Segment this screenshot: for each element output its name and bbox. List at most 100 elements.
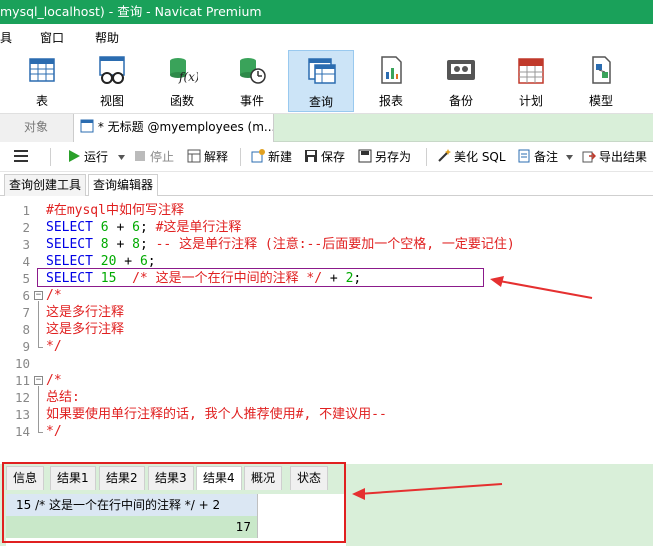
- backup-icon: [447, 60, 475, 80]
- code-text: SELECT 6 + 6; #这是单行注释: [46, 219, 241, 236]
- line-number: 3: [22, 237, 30, 252]
- menu-item-help[interactable]: 帮助: [95, 29, 119, 46]
- save-button[interactable]: 保存: [304, 142, 345, 172]
- run-dropdown-button[interactable]: [118, 142, 125, 172]
- sql-editor[interactable]: 1 #在mysql中如何写注释 2 SELECT 6 + 6; #这是单行注释 3 SEL…: [0, 196, 653, 464]
- ribbon-table-button[interactable]: 表: [9, 50, 75, 112]
- save-as-icon: [358, 149, 372, 163]
- comment-label: 备注: [534, 150, 559, 164]
- ribbon-function-button[interactable]: f(x) 函数: [149, 50, 215, 112]
- line-highlight-annotation: [37, 268, 484, 287]
- code-text: /*: [46, 372, 62, 389]
- code-text: 这是多行注释: [46, 321, 124, 338]
- code-text: 如果要使用单行注释的话, 我个人推荐使用#, 不建议用--: [46, 406, 387, 423]
- fold-guide-line: [38, 301, 39, 347]
- save-label: 保存: [321, 150, 346, 164]
- magic-wand-icon: [438, 149, 451, 162]
- code-token: SELECT: [46, 254, 93, 269]
- export-results-button[interactable]: 导出结果: [582, 142, 647, 172]
- code-text: */: [46, 338, 62, 355]
- tab-objects-label: 对象: [24, 120, 49, 134]
- explain-button[interactable]: 解释: [187, 142, 228, 172]
- editor-mode-tabs: 查询创建工具 查询编辑器: [0, 172, 653, 197]
- new-query-button[interactable]: 新建: [251, 142, 292, 172]
- line-number: 12: [14, 390, 30, 405]
- menu-item-window[interactable]: 窗口: [40, 29, 64, 46]
- ribbon-backup-button[interactable]: 备份: [428, 50, 494, 112]
- window-titlebar: mysql_localhost) - 查询 - Navicat Premium: [0, 0, 653, 24]
- code-token: SELECT: [46, 237, 93, 252]
- ribbon-view-label: 视图: [99, 94, 124, 108]
- ribbon-event-label: 事件: [239, 94, 264, 108]
- stop-button[interactable]: 停止: [133, 142, 174, 172]
- window-title: mysql_localhost) - 查询 - Navicat Premium: [0, 4, 262, 19]
- tab-objects[interactable]: 对象: [0, 114, 74, 142]
- fold-toggle-icon[interactable]: −: [34, 291, 43, 300]
- comment-dropdown-button[interactable]: [566, 142, 573, 172]
- code-token: ;: [147, 254, 156, 269]
- line-number: 7: [22, 305, 30, 320]
- line-number: 2: [22, 220, 30, 235]
- ribbon-view-button[interactable]: 视图: [79, 50, 145, 112]
- tab-query-untitled[interactable]: * 无标题 @myemployees (m...: [74, 114, 274, 142]
- event-icon: [240, 58, 266, 84]
- schedule-icon: [518, 58, 544, 84]
- code-token: 6: [139, 254, 148, 269]
- menu-item-tools[interactable]: 具: [0, 29, 12, 46]
- code-token: 8: [132, 237, 140, 252]
- ribbon-query-label: 查询: [308, 95, 333, 109]
- new-label: 新建: [268, 150, 293, 164]
- tab-query-builder[interactable]: 查询创建工具: [4, 174, 87, 196]
- menu-bar: 具 窗口 帮助: [0, 24, 653, 48]
- code-token: 总结:: [46, 390, 80, 405]
- hamburger-menu-button[interactable]: [14, 142, 28, 172]
- tab-query-editor[interactable]: 查询编辑器: [88, 174, 159, 197]
- run-button[interactable]: 运行: [67, 142, 108, 172]
- ribbon-report-button[interactable]: 报表: [358, 50, 424, 112]
- toolbar-separator: [240, 148, 241, 166]
- line-number: 5: [22, 271, 30, 286]
- tab-query-label: * 无标题 @myemployees (m...: [97, 120, 274, 134]
- beautify-sql-label: 美化 SQL: [454, 150, 506, 164]
- comment-button[interactable]: 备注: [517, 142, 558, 172]
- code-token: SELECT: [46, 220, 93, 235]
- ribbon-toolbar: 表 视图 f(x) 函数 事件 查询 报表 备份 计划 模型: [0, 48, 653, 114]
- export-icon: [582, 151, 596, 163]
- code-text: 总结:: [46, 389, 80, 406]
- toolbar-separator: [50, 148, 51, 166]
- table-icon: [29, 58, 55, 82]
- export-results-label: 导出结果: [599, 150, 648, 164]
- play-icon: [69, 150, 80, 162]
- code-token: 20: [100, 254, 117, 269]
- report-icon: [381, 56, 402, 84]
- line-number: 11: [14, 373, 30, 388]
- code-token: +: [116, 254, 140, 269]
- fold-guide-line: [38, 386, 39, 432]
- ribbon-event-button[interactable]: 事件: [219, 50, 285, 112]
- fold-toggle-icon[interactable]: −: [34, 376, 43, 385]
- ribbon-schedule-button[interactable]: 计划: [498, 50, 564, 112]
- beautify-sql-button[interactable]: 美化 SQL: [437, 142, 506, 172]
- ribbon-function-label: 函数: [169, 94, 194, 108]
- toolbar-separator: [426, 148, 427, 166]
- line-number: 4: [22, 254, 30, 269]
- ribbon-backup-label: 备份: [448, 94, 473, 108]
- code-token: */: [46, 339, 62, 354]
- results-highlight-annotation: [2, 462, 346, 543]
- fold-end-marker: [38, 347, 43, 348]
- line-number: 10: [14, 356, 30, 371]
- ribbon-model-button[interactable]: 模型: [568, 50, 634, 112]
- hamburger-icon: [14, 150, 28, 162]
- save-icon: [305, 150, 317, 162]
- code-token: 6: [132, 220, 140, 235]
- function-icon-text: f(x): [178, 70, 198, 84]
- view-icon: [99, 56, 125, 84]
- save-as-button[interactable]: 另存为: [358, 142, 411, 172]
- ribbon-query-button[interactable]: 查询: [288, 50, 354, 112]
- model-icon: [592, 56, 611, 84]
- line-number: 14: [14, 424, 30, 439]
- code-token: ;: [139, 237, 156, 252]
